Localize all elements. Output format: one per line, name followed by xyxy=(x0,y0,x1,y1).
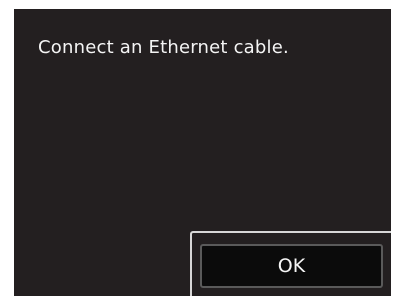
printer-display: Connect an Ethernet cable. OK xyxy=(14,9,391,296)
dialog-message: Connect an Ethernet cable. xyxy=(38,37,289,58)
ok-selection-frame: OK xyxy=(190,231,391,296)
ok-button[interactable]: OK xyxy=(200,244,383,288)
